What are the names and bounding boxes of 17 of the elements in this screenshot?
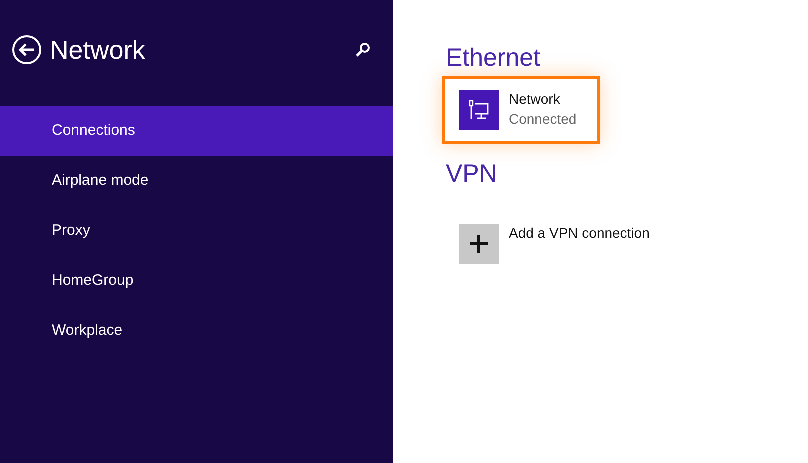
nav-item[interactable]: HomeGroup (0, 256, 393, 306)
search-icon[interactable] (355, 42, 371, 58)
tile-status: Connected (509, 110, 577, 129)
nav-item[interactable]: Connections (0, 106, 393, 156)
nav-item[interactable]: Airplane mode (0, 156, 393, 206)
list-tile[interactable]: Add a VPN connection (442, 210, 702, 278)
plus-icon (459, 224, 499, 264)
ethernet-icon (459, 90, 499, 130)
nav-item[interactable]: Proxy (0, 206, 393, 256)
tile-name: Add a VPN connection (509, 224, 650, 243)
nav-item[interactable]: Workplace (0, 306, 393, 356)
back-icon[interactable] (12, 35, 42, 65)
highlight-frame[interactable]: Network Connected (442, 76, 600, 144)
tile-name: Network (509, 90, 562, 109)
section-heading: VPN (446, 159, 498, 190)
section-heading: Ethernet (446, 43, 542, 74)
page-title: Network (50, 34, 146, 66)
